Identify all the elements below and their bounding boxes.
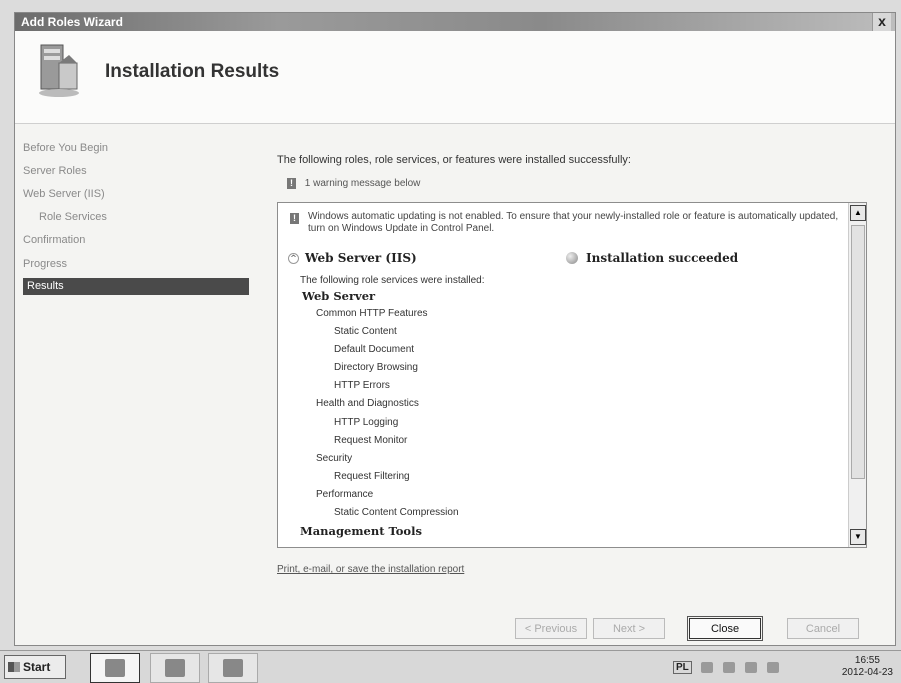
- add-roles-wizard-window: Add Roles Wizard x Installation Results …: [14, 12, 896, 646]
- wizard-header: Installation Results: [15, 31, 895, 124]
- installation-report-link[interactable]: Print, e-mail, or save the installation …: [277, 564, 464, 575]
- system-tray: PL 16:55 2012-04-23: [671, 653, 901, 681]
- server-roles-icon: [39, 44, 79, 97]
- installation-results-box[interactable]: ! Windows automatic updating is not enab…: [277, 202, 867, 548]
- tree-intro: The following role services were install…: [300, 275, 485, 286]
- results-panel: The following roles, role services, or f…: [277, 124, 877, 644]
- wizard-steps-nav: Before You Begin Server Roles Web Server…: [15, 124, 251, 624]
- folder-icon: [223, 659, 243, 677]
- clock-date: 2012-04-23: [841, 667, 893, 678]
- warning-message: ! Windows automatic updating is not enab…: [290, 211, 842, 235]
- installation-status: Installation succeeded: [566, 251, 738, 265]
- nav-progress[interactable]: Progress: [23, 258, 67, 270]
- start-button[interactable]: Start: [4, 655, 66, 679]
- tree-item: Security: [316, 453, 353, 464]
- taskbar: Start PL 16:55 2012-04-23: [0, 650, 901, 683]
- status-text: Installation succeeded: [586, 251, 739, 265]
- taskbar-explorer[interactable]: [208, 653, 258, 683]
- warning-message-text: Windows automatic updating is not enable…: [308, 211, 839, 234]
- nav-confirmation[interactable]: Confirmation: [23, 234, 85, 246]
- success-icon: [566, 252, 578, 264]
- windows-logo-icon: [8, 662, 20, 672]
- tree-item: Request Filtering: [334, 471, 410, 482]
- section-web-server-iis[interactable]: ^ Web Server (IIS): [288, 251, 417, 265]
- tree-item: Request Monitor: [334, 435, 408, 446]
- nav-results[interactable]: Results: [23, 278, 249, 295]
- volume-icon[interactable]: [767, 662, 779, 673]
- section-title: Web Server (IIS): [305, 251, 417, 265]
- results-scrollbar[interactable]: ▲ ▼: [848, 203, 866, 547]
- wizard-button-row: < Previous Next > Close Cancel: [15, 616, 895, 648]
- start-label: Start: [23, 660, 51, 674]
- results-intro: The following roles, role services, or f…: [277, 154, 631, 166]
- tree-item: Health and Diagnostics: [316, 398, 419, 409]
- nav-web-server-iis[interactable]: Web Server (IIS): [23, 188, 105, 200]
- tree-item: Static Content: [334, 326, 397, 337]
- close-button[interactable]: Close: [687, 616, 763, 641]
- tree-item: Static Content Compression: [334, 507, 459, 518]
- clock-time: 16:55: [854, 655, 880, 666]
- taskbar-server-manager[interactable]: [90, 653, 140, 683]
- warning-count-text: 1 warning message below: [304, 178, 421, 189]
- flag-icon[interactable]: [723, 662, 735, 673]
- scroll-down-icon[interactable]: ▼: [850, 529, 866, 545]
- tree-item: Web Server: [302, 289, 376, 303]
- language-indicator[interactable]: PL: [673, 661, 692, 674]
- notification-icon[interactable]: [701, 662, 713, 673]
- clock[interactable]: 16:55 2012-04-23: [842, 655, 893, 679]
- tree-item: HTTP Errors: [334, 380, 390, 391]
- tree-item: Default Document: [334, 344, 415, 355]
- close-icon[interactable]: x: [872, 13, 891, 31]
- page-title: Installation Results: [105, 61, 280, 82]
- taskbar-powershell[interactable]: [150, 653, 200, 683]
- tree-item: HTTP Logging: [334, 417, 399, 428]
- tree-item: Management Tools: [300, 524, 422, 538]
- window-title: Add Roles Wizard: [21, 15, 123, 29]
- powershell-icon: [165, 659, 185, 677]
- title-bar[interactable]: Add Roles Wizard x: [15, 13, 895, 31]
- warning-icon: !: [287, 178, 296, 189]
- collapse-icon[interactable]: ^: [288, 253, 299, 264]
- scroll-thumb[interactable]: [851, 225, 865, 479]
- warning-count: ! 1 warning message below: [287, 178, 420, 189]
- previous-button[interactable]: < Previous: [515, 618, 587, 639]
- nav-role-services[interactable]: Role Services: [39, 211, 107, 223]
- warning-icon: !: [290, 213, 299, 224]
- nav-before-you-begin[interactable]: Before You Begin: [23, 142, 108, 154]
- server-manager-icon: [105, 659, 125, 677]
- next-button[interactable]: Next >: [593, 618, 665, 639]
- tree-item: Performance: [316, 489, 374, 500]
- nav-server-roles[interactable]: Server Roles: [23, 165, 87, 177]
- cancel-button[interactable]: Cancel: [787, 618, 859, 639]
- scroll-up-icon[interactable]: ▲: [850, 205, 866, 221]
- tree-item: Directory Browsing: [334, 362, 418, 373]
- tree-item: Common HTTP Features: [316, 308, 428, 319]
- network-icon[interactable]: [745, 662, 757, 673]
